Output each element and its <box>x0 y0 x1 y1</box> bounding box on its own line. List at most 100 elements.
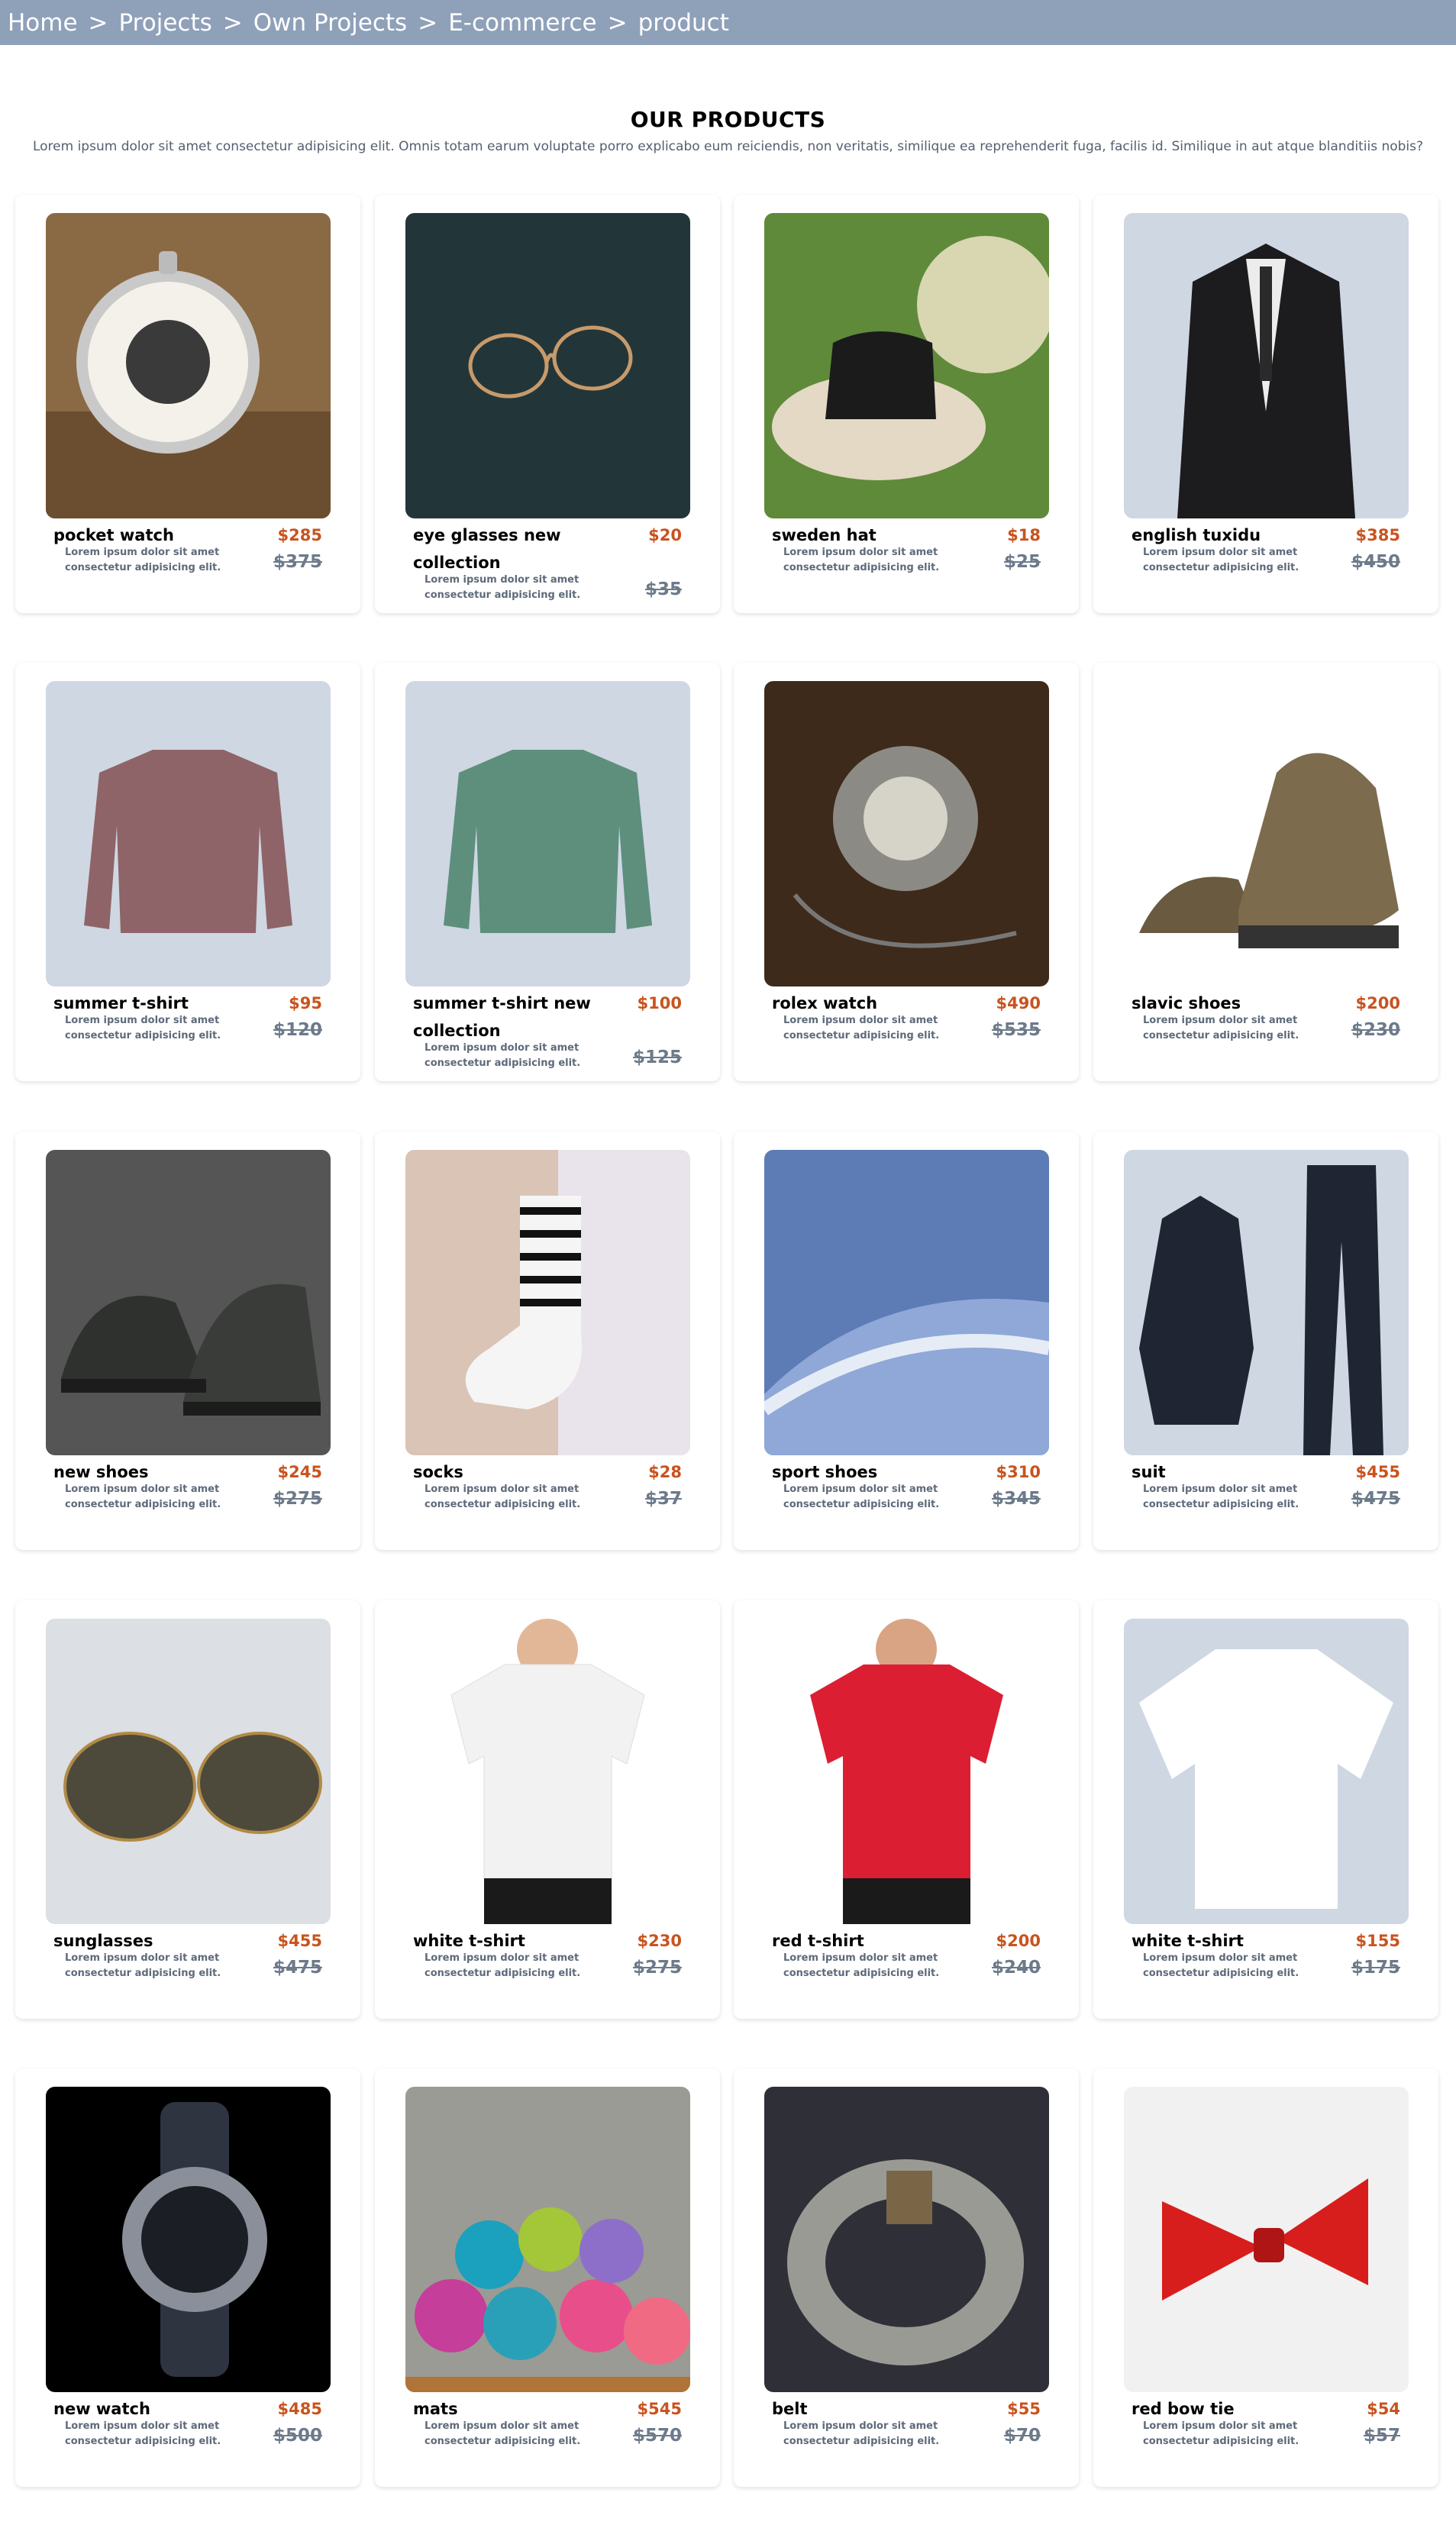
product-price: $28 <box>648 1463 682 1481</box>
product-card[interactable]: suit $455 $475 Lorem ipsum dolor sit amet c… <box>1093 1132 1438 1550</box>
product-image[interactable] <box>405 2087 690 2392</box>
product-price: $385 <box>1355 526 1400 544</box>
product-card[interactable]: summer t-shirt $95 $120 Lorem ipsum dolor s… <box>15 663 360 1081</box>
product-image[interactable] <box>1124 1150 1409 1455</box>
wrist-watch-icon <box>46 2087 331 2392</box>
product-old-price: $475 <box>273 1958 322 1978</box>
product-card[interactable]: red bow tie $54 $57 Lorem ipsum dolor sit a… <box>1093 2068 1438 2487</box>
product-image[interactable] <box>46 213 331 518</box>
product-old-price: $275 <box>273 1489 322 1509</box>
sneakers-icon <box>46 1150 331 1455</box>
product-card[interactable]: pocket watch $285 $375 Lorem ipsum dolor si… <box>15 195 360 613</box>
product-old-price: $535 <box>991 1020 1041 1040</box>
product-price: $310 <box>996 1463 1041 1481</box>
product-card[interactable]: rolex watch $490 $535 Lorem ipsum dolor sit… <box>734 663 1079 1081</box>
product-description: Lorem ipsum dolor sit amet consectetur a… <box>65 1952 221 1979</box>
page-title: OUR PRODUCTS <box>630 107 826 132</box>
hat-icon <box>764 213 1049 518</box>
product-card[interactable]: new shoes $245 $275 Lorem ipsum dolor sit a… <box>15 1132 360 1550</box>
breadcrumb-home[interactable]: Home <box>8 9 78 37</box>
product-old-price: $475 <box>1351 1489 1400 1509</box>
product-description: Lorem ipsum dolor sit amet consectetur a… <box>65 1484 221 1510</box>
product-price: $200 <box>996 1932 1041 1950</box>
product-description: Lorem ipsum dolor sit amet consectetur a… <box>783 1952 940 1979</box>
product-card[interactable]: english tuxidu $385 $450 Lorem ipsum dolor … <box>1093 195 1438 613</box>
product-image[interactable] <box>46 2087 331 2392</box>
product-image[interactable] <box>764 2087 1049 2392</box>
product-description: Lorem ipsum dolor sit amet consectetur a… <box>425 1042 581 1069</box>
product-price: $490 <box>996 994 1041 1012</box>
breadcrumb-product[interactable]: product <box>638 9 729 37</box>
product-price: $230 <box>637 1932 682 1950</box>
product-card[interactable]: eye glasses new collection $20 $35 Lorem ip… <box>375 195 720 613</box>
product-card[interactable]: socks $28 $37 Lorem ipsum dolor sit amet co… <box>375 1132 720 1550</box>
product-image[interactable] <box>764 1619 1049 1924</box>
product-card[interactable]: summer t-shirt new collection $100 $125 Lor… <box>375 663 720 1081</box>
breadcrumb-separator: > <box>607 8 628 37</box>
product-image[interactable] <box>46 1619 331 1924</box>
product-image[interactable] <box>46 681 331 986</box>
eye-glasses-icon <box>405 213 690 518</box>
product-description: Lorem ipsum dolor sit amet consectetur a… <box>1143 547 1299 573</box>
product-image[interactable] <box>46 1150 331 1455</box>
product-old-price: $125 <box>632 1048 682 1067</box>
product-old-price: $375 <box>273 552 322 572</box>
product-image[interactable] <box>405 1619 690 1924</box>
breadcrumb-ecommerce[interactable]: E-commerce <box>448 9 596 37</box>
product-description: Lorem ipsum dolor sit amet consectetur a… <box>1143 1015 1299 1041</box>
product-card[interactable]: sunglasses $455 $475 Lorem ipsum dolor sit … <box>15 1600 360 2019</box>
product-name[interactable]: summer t-shirt new collection <box>413 990 627 1045</box>
product-old-price: $120 <box>273 1020 322 1040</box>
product-image[interactable] <box>764 1150 1049 1455</box>
product-price: $200 <box>1355 994 1400 1012</box>
product-description: Lorem ipsum dolor sit amet consectetur a… <box>783 1484 940 1510</box>
product-old-price: $345 <box>991 1489 1041 1509</box>
page-subtitle: Lorem ipsum dolor sit amet consectetur a… <box>32 139 1424 154</box>
product-card[interactable]: white t-shirt $230 $275 Lorem ipsum dolor s… <box>375 1600 720 2019</box>
product-description: Lorem ipsum dolor sit amet consectetur a… <box>425 2420 581 2447</box>
product-description: Lorem ipsum dolor sit amet consectetur a… <box>783 2420 940 2447</box>
sock-icon <box>405 1150 690 1455</box>
breadcrumb-own-projects[interactable]: Own Projects <box>253 9 407 37</box>
breadcrumb-projects[interactable]: Projects <box>119 9 212 37</box>
product-image[interactable] <box>1124 681 1409 986</box>
product-image[interactable] <box>405 681 690 986</box>
product-image[interactable] <box>1124 213 1409 518</box>
product-image[interactable] <box>405 1150 690 1455</box>
suit-icon <box>1124 1150 1409 1455</box>
pocket-watch-ornate-icon <box>764 681 1049 986</box>
pocket-watch-icon <box>46 213 331 518</box>
product-card[interactable]: slavic shoes $200 $230 Lorem ipsum dolor si… <box>1093 663 1438 1081</box>
product-description: Lorem ipsum dolor sit amet consectetur a… <box>65 1015 221 1041</box>
product-card[interactable]: sport shoes $310 $345 Lorem ipsum dolor sit… <box>734 1132 1079 1550</box>
product-image[interactable] <box>1124 1619 1409 1924</box>
product-old-price: $570 <box>632 2426 682 2446</box>
product-description: Lorem ipsum dolor sit amet consectetur a… <box>1143 1952 1299 1979</box>
product-description: Lorem ipsum dolor sit amet consectetur a… <box>65 2420 221 2447</box>
product-description: Lorem ipsum dolor sit amet consectetur a… <box>783 1015 940 1041</box>
product-name[interactable]: eye glasses new collection <box>413 521 627 576</box>
product-card[interactable]: new watch $485 $500 Lorem ipsum dolor sit a… <box>15 2068 360 2487</box>
product-card[interactable]: sweden hat $18 $25 Lorem ipsum dolor sit am… <box>734 195 1079 613</box>
bow-tie-icon <box>1124 2087 1409 2392</box>
product-image[interactable] <box>764 213 1049 518</box>
tuxedo-icon <box>1124 213 1409 518</box>
breadcrumb-separator: > <box>418 8 438 37</box>
product-card[interactable]: mats $545 $570 Lorem ipsum dolor sit amet c… <box>375 2068 720 2487</box>
product-old-price: $450 <box>1351 552 1400 572</box>
sunglasses-icon <box>46 1619 331 1924</box>
product-image[interactable] <box>1124 2087 1409 2392</box>
sweater-mauve-icon <box>46 681 331 986</box>
product-price: $155 <box>1355 1932 1400 1950</box>
product-image[interactable] <box>764 681 1049 986</box>
product-old-price: $500 <box>273 2426 322 2446</box>
product-image[interactable] <box>405 213 690 518</box>
breadcrumb: Home > Projects > Own Projects > E-comme… <box>0 0 1456 45</box>
product-old-price: $175 <box>1351 1958 1400 1978</box>
product-card[interactable]: white t-shirt $155 $175 Lorem ipsum dolor s… <box>1093 1600 1438 2019</box>
product-card[interactable]: belt $55 $70 Lorem ipsum dolor sit amet con… <box>734 2068 1079 2487</box>
tshirt-white-icon <box>1124 1619 1409 1924</box>
product-price: $54 <box>1367 2400 1400 2418</box>
product-card[interactable]: red t-shirt $200 $240 Lorem ipsum dolor sit… <box>734 1600 1079 2019</box>
product-description: Lorem ipsum dolor sit amet consectetur a… <box>425 574 581 601</box>
